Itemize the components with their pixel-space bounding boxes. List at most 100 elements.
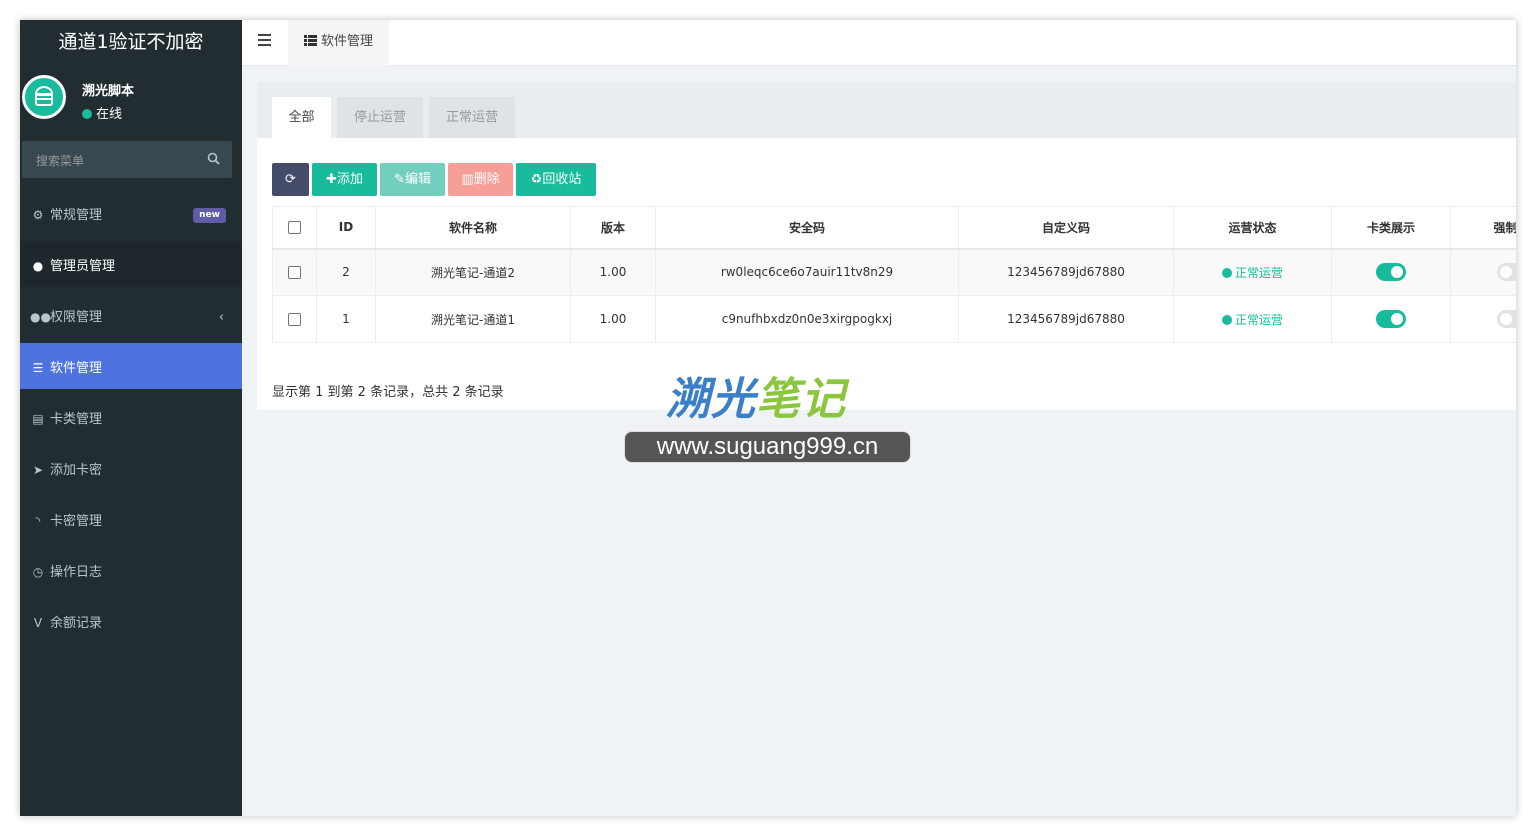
clock-icon: ◷	[32, 565, 44, 579]
sidebar-item-label: 操作日志	[50, 565, 103, 580]
col-card-display[interactable]: 卡类展示	[1331, 206, 1451, 250]
cell-version: 1.00	[570, 248, 656, 296]
sidebar-item-label: 添加卡密	[50, 463, 103, 478]
sidebar-item-label: 常规管理	[50, 208, 103, 223]
cell-status: 正常运营	[1173, 248, 1332, 296]
cell-card-display	[1331, 248, 1451, 296]
delete-button[interactable]: ▥删除	[448, 163, 513, 196]
tab-stopped[interactable]: 停止运营	[337, 97, 423, 138]
user-panel: 溯光脚本 在线	[20, 64, 242, 134]
sidebar-item-admin[interactable]: ● 管理员管理	[20, 241, 242, 287]
cogs-icon: ⚙	[32, 208, 44, 222]
app-window: 通道1验证不加密 溯光脚本 在线 搜索菜单 ⚙ 常规管理 new ● 管理员管理…	[20, 20, 1516, 816]
table-row[interactable]: 2 溯光笔记-通道2 1.00 rw0leqc6ce6o7auir11tv8n2…	[272, 248, 1516, 296]
sidebar-item-general[interactable]: ⚙ 常规管理 new	[20, 190, 242, 236]
paper-plane-icon: ➤	[32, 463, 44, 477]
col-status[interactable]: 运营状态	[1173, 206, 1332, 250]
force-update-toggle[interactable]	[1496, 263, 1516, 282]
avatar[interactable]	[22, 75, 66, 119]
watermark-logo-part-b: 笔记	[756, 374, 846, 425]
card-icon: ▤	[32, 412, 44, 426]
cell-version: 1.00	[570, 295, 656, 343]
cell-name: 溯光笔记-通道1	[375, 295, 571, 343]
cell-security-code: rw0leqc6ce6o7auir11tv8n29	[655, 248, 959, 296]
rss-icon: ◝	[35, 514, 41, 528]
cell-security-code: c9nufhbxdz0n0e3xirgpogkxj	[655, 295, 959, 343]
cell-name: 溯光笔记-通道2	[375, 248, 571, 296]
cell-force-update	[1450, 295, 1516, 343]
sidebar-item-label: 卡密管理	[50, 514, 103, 529]
tab-software-management[interactable]: 软件管理	[288, 20, 390, 66]
col-custom-code[interactable]: 自定义码	[958, 206, 1174, 250]
recycle-icon: ♻	[530, 172, 543, 187]
col-id[interactable]: ID	[316, 206, 376, 250]
recycle-bin-button[interactable]: ♻回收站	[516, 163, 596, 196]
sidebar-item-add-key[interactable]: ➤ 添加卡密	[20, 445, 242, 491]
watermark-url: www.suguang999.cn	[624, 431, 911, 463]
sidebar-item-label: 软件管理	[50, 361, 103, 376]
status-badge[interactable]: 正常运营	[1221, 312, 1283, 327]
status-dot-icon	[1221, 267, 1232, 278]
pagination-info: 显示第 1 到第 2 条记录，总共 2 条记录	[272, 385, 504, 400]
cell-id: 2	[316, 248, 376, 296]
plus-icon: ✚	[326, 172, 337, 187]
refresh-button[interactable]: ⟳	[272, 163, 309, 196]
col-force-update[interactable]: 强制更	[1450, 206, 1516, 250]
pencil-icon: ✎	[394, 172, 405, 187]
add-button[interactable]: ✚添加	[312, 163, 377, 196]
android-icon	[34, 86, 54, 106]
group-icon: ●●	[30, 310, 51, 324]
cell-custom-code: 123456789jd67880	[958, 248, 1174, 296]
tab-all[interactable]: 全部	[272, 97, 331, 138]
col-name[interactable]: 软件名称	[375, 206, 571, 250]
select-all-cell	[272, 206, 317, 250]
sidebar-item-card-types[interactable]: ▤ 卡类管理	[20, 394, 242, 440]
status-dot-icon	[1221, 314, 1232, 325]
sidebar-item-permissions[interactable]: ●● 权限管理 ‹	[20, 292, 242, 338]
sidebar-item-key-management[interactable]: ◝ 卡密管理	[20, 496, 242, 542]
cell-id: 1	[316, 295, 376, 343]
edit-button[interactable]: ✎编辑	[380, 163, 445, 196]
status-label: 正常运营	[1234, 312, 1283, 327]
row-checkbox[interactable]	[288, 266, 301, 280]
row-checkbox[interactable]	[288, 313, 301, 326]
menu-search-input[interactable]: 搜索菜单	[22, 141, 232, 178]
app-title[interactable]: 通道1验证不加密	[20, 20, 242, 64]
watermark-logo-part-a: 溯光	[666, 374, 756, 425]
sidebar-item-software[interactable]: ☰ 软件管理	[20, 343, 242, 389]
sidebar: 通道1验证不加密 溯光脚本 在线 搜索菜单 ⚙ 常规管理 new ● 管理员管理…	[20, 20, 242, 816]
user-icon: ●	[32, 259, 44, 273]
sidebar-item-balance[interactable]: V 余额记录	[20, 598, 242, 644]
sidebar-item-label: 卡类管理	[50, 412, 103, 427]
add-label: 添加	[336, 172, 363, 187]
search-icon[interactable]	[207, 152, 220, 165]
sidebar-item-label: 管理员管理	[50, 259, 116, 274]
table-row[interactable]: 1 溯光笔记-通道1 1.00 c9nufhbxdz0n0e3xirgpogkx…	[272, 295, 1516, 343]
tab-running[interactable]: 正常运营	[429, 97, 515, 138]
vimeo-icon: V	[33, 616, 43, 630]
list-icon: ☰	[32, 361, 44, 375]
user-status: 在线	[82, 103, 122, 122]
col-version[interactable]: 版本	[570, 206, 656, 250]
status-label: 正常运营	[1234, 265, 1283, 280]
top-header: 软件管理	[242, 20, 1516, 66]
col-security-code[interactable]: 安全码	[655, 206, 959, 250]
search-placeholder: 搜索菜单	[36, 154, 85, 168]
online-dot-icon	[82, 109, 92, 119]
delete-label: 删除	[473, 172, 500, 187]
row-select-cell	[272, 295, 317, 343]
sidebar-menu: ⚙ 常规管理 new ● 管理员管理 ●● 权限管理 ‹ ☰ 软件管理 ▤ 卡类…	[20, 190, 242, 649]
sidebar-item-label: 余额记录	[50, 616, 103, 631]
sidebar-item-label: 权限管理	[50, 310, 103, 325]
list-icon	[304, 35, 317, 46]
hamburger-menu-icon[interactable]	[258, 34, 271, 46]
status-badge[interactable]: 正常运营	[1221, 265, 1283, 280]
watermark-logo: 溯光笔记	[666, 363, 846, 427]
select-all-checkbox[interactable]	[288, 221, 301, 235]
table-header-row: ID 软件名称 版本 安全码 自定义码 运营状态 卡类展示 强制更	[272, 206, 1516, 250]
sidebar-item-logs[interactable]: ◷ 操作日志	[20, 547, 242, 593]
card-display-toggle[interactable]	[1376, 310, 1406, 328]
filter-tabs: 全部 停止运营 正常运营	[257, 82, 1516, 138]
card-display-toggle[interactable]	[1376, 263, 1406, 282]
force-update-toggle[interactable]	[1496, 310, 1516, 328]
